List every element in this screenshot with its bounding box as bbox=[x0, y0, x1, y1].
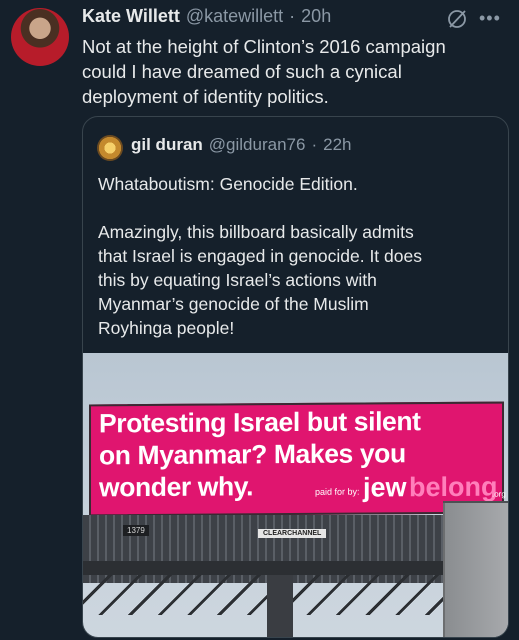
tweet-text: Not at the height of Clinton’s 2016 camp… bbox=[82, 36, 446, 107]
building bbox=[443, 503, 508, 637]
separator-dot: · bbox=[289, 6, 296, 26]
billboard-photo[interactable]: Protesting Israel but silent on Myanmar?… bbox=[83, 353, 508, 637]
tweet-time[interactable]: 20h bbox=[301, 6, 331, 27]
tweet-header: Kate Willett @katewillett · 20h bbox=[82, 6, 331, 32]
billboard-brand-belong: belong bbox=[409, 471, 498, 503]
quoted-tweet-time[interactable]: 22h bbox=[323, 135, 351, 155]
grok-icon[interactable] bbox=[446, 8, 468, 30]
author-avatar[interactable] bbox=[11, 8, 69, 66]
quoted-author-name[interactable]: gil duran bbox=[131, 135, 203, 155]
billboard-line-2: on Myanmar? Makes you bbox=[99, 438, 406, 471]
quoted-tweet-header: gil duran @gilduran76 · 22h bbox=[131, 135, 351, 155]
author-name[interactable]: Kate Willett bbox=[82, 6, 180, 27]
billboard-catwalk bbox=[83, 561, 443, 575]
billboard-operator-logo: CLEARCHANNEL bbox=[258, 529, 327, 538]
billboard-brand-jew: jew bbox=[363, 472, 407, 503]
quoted-author-handle[interactable]: @gilduran76 bbox=[209, 135, 306, 155]
author-handle[interactable]: @katewillett bbox=[186, 6, 283, 27]
quoted-separator-dot: · bbox=[311, 135, 318, 154]
billboard-paid-for: paid for by: bbox=[315, 486, 360, 497]
billboard: Protesting Israel but silent on Myanmar?… bbox=[89, 401, 506, 517]
tweet[interactable]: Kate Willett @katewillett · 20h ••• Not at… bbox=[0, 0, 519, 640]
quoted-tweet-text: Whataboutism: Genocide Edition. Amazingl… bbox=[98, 174, 422, 338]
billboard-line-1: Protesting Israel but silent bbox=[99, 406, 421, 439]
more-icon[interactable]: ••• bbox=[479, 8, 507, 28]
billboard-line-3: wonder why. bbox=[99, 471, 254, 503]
billboard-supports bbox=[83, 575, 443, 615]
quoted-author-avatar[interactable] bbox=[97, 135, 123, 161]
billboard-pole bbox=[267, 575, 293, 637]
billboard-panel-number: 1379 bbox=[123, 525, 149, 536]
quoted-tweet[interactable]: gil duran @gilduran76 · 22h Whataboutism: … bbox=[82, 116, 509, 638]
billboard-brand-org: .org bbox=[492, 489, 506, 499]
